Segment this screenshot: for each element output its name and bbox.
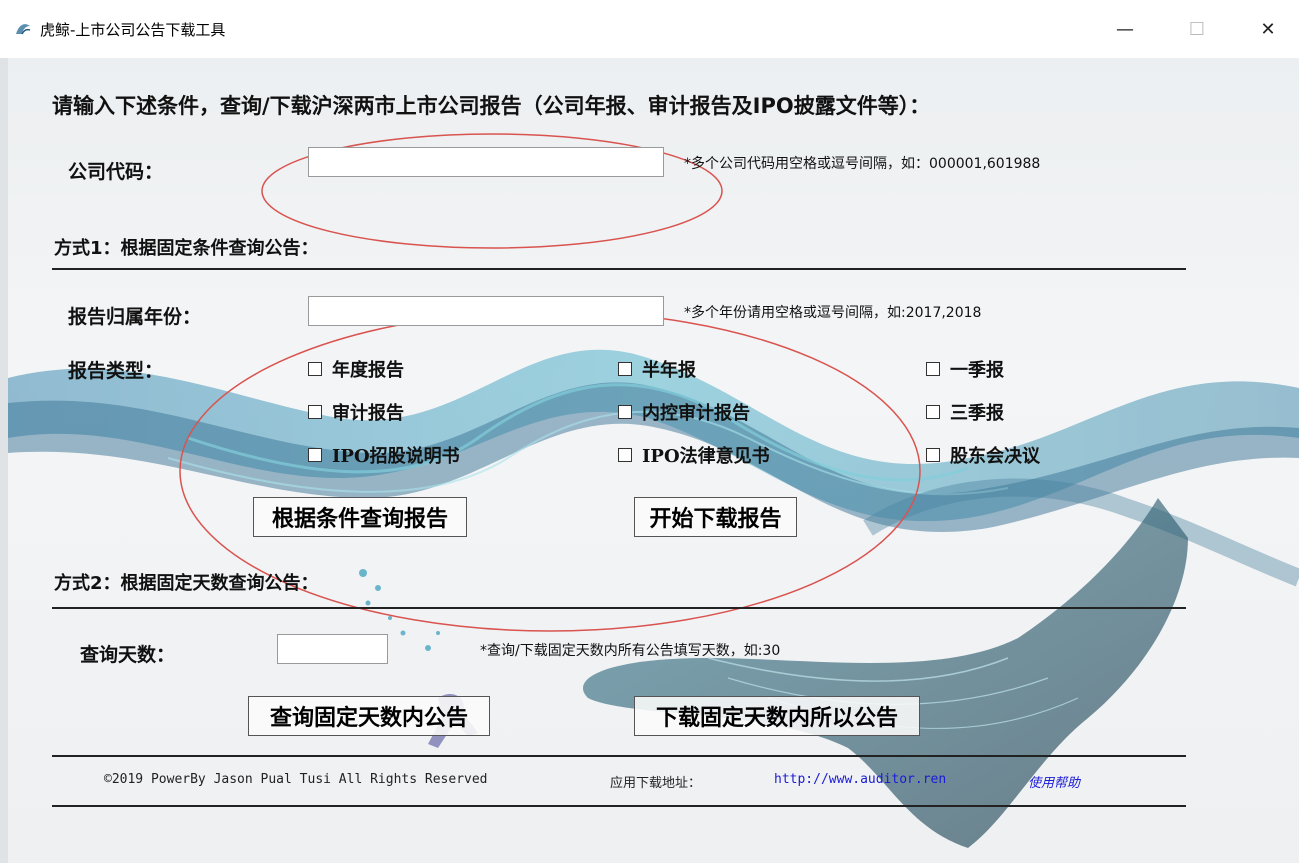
query-by-condition-button[interactable]: 根据条件查询报告 — [253, 497, 467, 537]
start-download-button[interactable]: 开始下载报告 — [634, 497, 797, 537]
whale-graphic — [583, 498, 1188, 848]
download-address-label: 应用下载地址： — [610, 776, 702, 791]
checkbox-ipo-prospectus[interactable]: IPO招股说明书 — [308, 442, 460, 468]
mode2-divider — [52, 607, 1186, 609]
checkbox-q3-report[interactable]: 三季报 — [926, 399, 1004, 425]
checkbox-internal-control-report[interactable]: 内控审计报告 — [618, 399, 750, 425]
main-panel: 请输入下述条件，查询/下载沪深两市上市公司报告（公司年报、审计报告及IPO披露文… — [8, 58, 1299, 863]
query-days-button[interactable]: 查询固定天数内公告 — [248, 696, 490, 736]
window-left-edge — [0, 58, 8, 863]
copyright-text: ©2019 PowerBy Jason Pual Tusi All Rights… — [104, 772, 488, 787]
report-year-label: 报告归属年份： — [68, 306, 202, 328]
minimize-icon[interactable]: — — [1102, 10, 1148, 50]
checkbox-icon[interactable] — [308, 405, 322, 419]
checkbox-annual-report[interactable]: 年度报告 — [308, 356, 404, 382]
footer-bottom-divider — [52, 805, 1186, 807]
download-url-link[interactable]: http://www.auditor.ren — [774, 772, 946, 787]
download-days-button[interactable]: 下载固定天数内所以公告 — [634, 696, 920, 736]
query-days-hint: *查询/下载固定天数内所有公告填写天数，如:30 — [480, 643, 781, 659]
close-icon[interactable]: ✕ — [1245, 10, 1291, 50]
footer-top-divider — [52, 755, 1186, 757]
report-type-label: 报告类型： — [68, 360, 164, 382]
page-heading: 请输入下述条件，查询/下载沪深两市上市公司报告（公司年报、审计报告及IPO披露文… — [52, 94, 931, 118]
checkbox-shareholder-resolution[interactable]: 股东会决议 — [926, 442, 1040, 468]
query-days-label: 查询天数： — [80, 644, 176, 666]
checkbox-icon[interactable] — [618, 362, 632, 376]
query-days-input[interactable] — [277, 634, 388, 664]
checkbox-ipo-legal-opinion[interactable]: IPO法律意见书 — [618, 442, 770, 468]
help-link[interactable]: 使用帮助 — [1028, 772, 1080, 791]
company-code-label: 公司代码： — [68, 161, 164, 183]
mode2-title: 方式2：根据固定天数查询公告： — [54, 573, 319, 594]
report-year-hint: *多个年份请用空格或逗号间隔，如:2017,2018 — [684, 305, 982, 321]
checkbox-icon[interactable] — [618, 405, 632, 419]
company-code-input[interactable] — [308, 147, 664, 177]
report-year-input[interactable] — [308, 296, 664, 326]
checkbox-icon[interactable] — [308, 362, 322, 376]
checkbox-icon[interactable] — [308, 448, 322, 462]
maximize-icon[interactable]: ☐ — [1174, 10, 1220, 50]
checkbox-icon[interactable] — [618, 448, 632, 462]
checkbox-icon[interactable] — [926, 362, 940, 376]
checkbox-q1-report[interactable]: 一季报 — [926, 356, 1004, 382]
checkbox-audit-report[interactable]: 审计报告 — [308, 399, 404, 425]
mode1-title: 方式1：根据固定条件查询公告： — [54, 238, 319, 259]
checkbox-icon[interactable] — [926, 448, 940, 462]
app-icon — [16, 24, 31, 35]
mode1-divider — [52, 268, 1186, 270]
checkbox-icon[interactable] — [926, 405, 940, 419]
company-code-hint: *多个公司代码用空格或逗号间隔，如：000001,601988 — [684, 156, 1041, 172]
title-bar: 虎鲸-上市公司公告下载工具 — ☐ ✕ — [0, 0, 1299, 59]
checkbox-half-year-report[interactable]: 半年报 — [618, 356, 696, 382]
window-title: 虎鲸-上市公司公告下载工具 — [40, 21, 226, 39]
